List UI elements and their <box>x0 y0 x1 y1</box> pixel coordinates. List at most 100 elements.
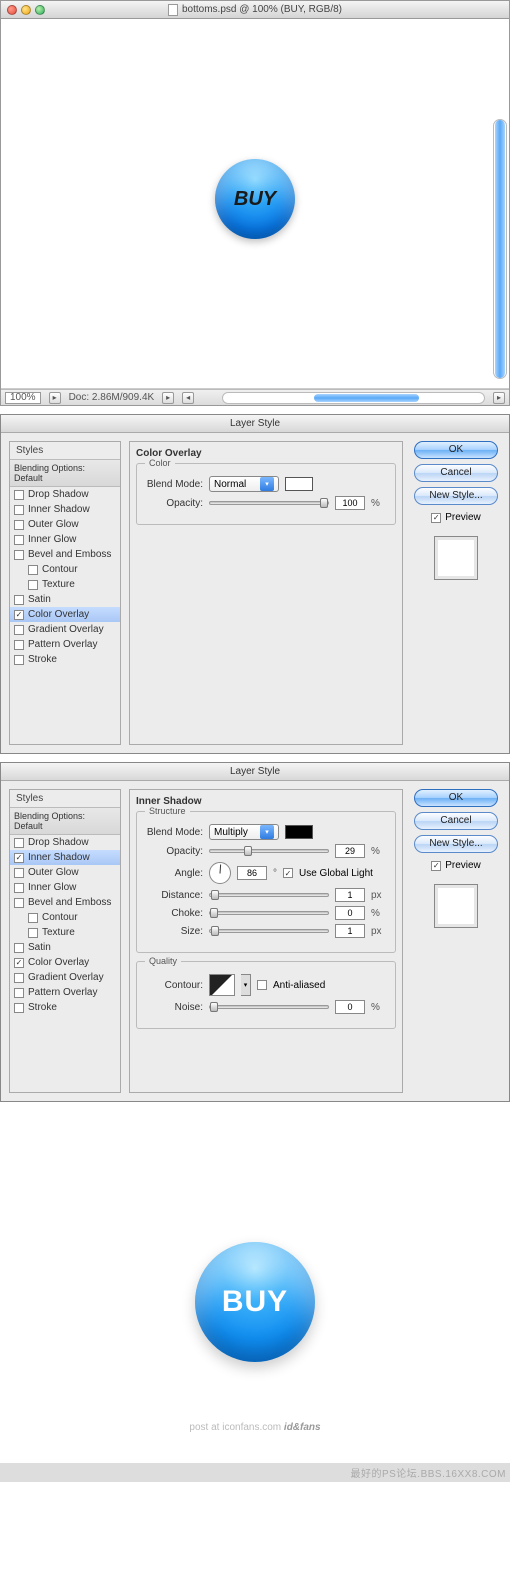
style-checkbox[interactable] <box>14 550 24 560</box>
style-checkbox[interactable] <box>14 943 24 953</box>
opacity-slider[interactable] <box>209 501 329 505</box>
noise-slider[interactable] <box>209 1005 329 1009</box>
style-row-stroke[interactable]: Stroke <box>10 1000 120 1015</box>
styles-header[interactable]: Styles <box>10 442 120 459</box>
style-checkbox[interactable] <box>14 640 24 650</box>
noise-unit: % <box>371 1002 380 1013</box>
style-row-drop-shadow[interactable]: Drop Shadow <box>10 487 120 502</box>
style-row-bevel-and-emboss[interactable]: Bevel and Emboss <box>10 895 120 910</box>
blend-mode-select[interactable]: Normal ▾ <box>209 476 279 492</box>
style-row-gradient-overlay[interactable]: Gradient Overlay <box>10 970 120 985</box>
anti-alias-checkbox[interactable] <box>257 980 267 990</box>
vertical-scrollbar[interactable] <box>493 119 507 379</box>
style-checkbox[interactable] <box>14 958 24 968</box>
style-checkbox[interactable] <box>14 973 24 983</box>
minimize-icon[interactable] <box>21 5 31 15</box>
global-light-checkbox[interactable] <box>283 868 293 878</box>
cancel-button[interactable]: Cancel <box>414 464 498 482</box>
style-checkbox[interactable] <box>14 988 24 998</box>
style-row-texture[interactable]: Texture <box>10 925 120 940</box>
close-icon[interactable] <box>7 5 17 15</box>
scroll-left-icon[interactable]: ◂ <box>182 392 194 404</box>
blending-options[interactable]: Blending Options: Default <box>10 807 120 835</box>
ok-button[interactable]: OK <box>414 441 498 459</box>
style-checkbox[interactable] <box>14 505 24 515</box>
preview-checkbox[interactable] <box>431 513 441 523</box>
color-swatch[interactable] <box>285 825 313 839</box>
angle-unit: ° <box>273 868 277 879</box>
contour-swatch[interactable] <box>209 974 235 996</box>
angle-input[interactable]: 86 <box>237 866 267 880</box>
blend-mode-select[interactable]: Multiply ▾ <box>209 824 279 840</box>
style-checkbox[interactable] <box>14 520 24 530</box>
style-checkbox[interactable] <box>14 1003 24 1013</box>
style-row-inner-shadow[interactable]: Inner Shadow <box>10 502 120 517</box>
size-slider[interactable] <box>209 929 329 933</box>
style-checkbox[interactable] <box>14 535 24 545</box>
distance-input[interactable]: 1 <box>335 888 365 902</box>
style-row-gradient-overlay[interactable]: Gradient Overlay <box>10 622 120 637</box>
new-style-button[interactable]: New Style... <box>414 835 498 853</box>
style-row-drop-shadow[interactable]: Drop Shadow <box>10 835 120 850</box>
contour-menu-icon[interactable]: ▾ <box>241 974 251 996</box>
new-style-button[interactable]: New Style... <box>414 487 498 505</box>
style-checkbox[interactable] <box>14 655 24 665</box>
scroll-thumb[interactable] <box>495 120 505 378</box>
style-row-pattern-overlay[interactable]: Pattern Overlay <box>10 985 120 1000</box>
zoom-input[interactable]: 100% <box>5 392 41 404</box>
style-checkbox[interactable] <box>28 928 38 938</box>
style-checkbox[interactable] <box>28 580 38 590</box>
document-window: bottoms.psd @ 100% (BUY, RGB/8) BUY 100%… <box>0 0 510 406</box>
style-checkbox[interactable] <box>14 595 24 605</box>
style-checkbox[interactable] <box>28 913 38 923</box>
style-row-inner-shadow[interactable]: Inner Shadow <box>10 850 120 865</box>
choke-slider[interactable] <box>209 911 329 915</box>
style-row-outer-glow[interactable]: Outer Glow <box>10 517 120 532</box>
horizontal-scrollbar[interactable] <box>222 392 485 404</box>
style-checkbox[interactable] <box>14 853 24 863</box>
zoom-icon[interactable] <box>35 5 45 15</box>
style-checkbox[interactable] <box>14 838 24 848</box>
zoom-menu-icon[interactable]: ▸ <box>49 392 61 404</box>
ok-button[interactable]: OK <box>414 789 498 807</box>
info-menu-icon[interactable]: ▸ <box>162 392 174 404</box>
size-input[interactable]: 1 <box>335 924 365 938</box>
style-checkbox[interactable] <box>14 868 24 878</box>
title-bar[interactable]: bottoms.psd @ 100% (BUY, RGB/8) <box>1 1 509 19</box>
style-checkbox[interactable] <box>14 490 24 500</box>
styles-header[interactable]: Styles <box>10 790 120 807</box>
style-row-texture[interactable]: Texture <box>10 577 120 592</box>
distance-unit: px <box>371 890 382 901</box>
blending-options[interactable]: Blending Options: Default <box>10 459 120 487</box>
style-row-contour[interactable]: Contour <box>10 562 120 577</box>
opacity-slider[interactable] <box>209 849 329 853</box>
choke-input[interactable]: 0 <box>335 906 365 920</box>
noise-input[interactable]: 0 <box>335 1000 365 1014</box>
style-row-inner-glow[interactable]: Inner Glow <box>10 880 120 895</box>
style-checkbox[interactable] <box>14 610 24 620</box>
style-checkbox[interactable] <box>28 565 38 575</box>
style-checkbox[interactable] <box>14 625 24 635</box>
style-row-contour[interactable]: Contour <box>10 910 120 925</box>
style-row-satin[interactable]: Satin <box>10 940 120 955</box>
style-checkbox[interactable] <box>14 883 24 893</box>
opacity-input[interactable]: 29 <box>335 844 365 858</box>
opacity-input[interactable]: 100 <box>335 496 365 510</box>
style-row-outer-glow[interactable]: Outer Glow <box>10 865 120 880</box>
canvas[interactable]: BUY <box>1 19 509 389</box>
style-row-inner-glow[interactable]: Inner Glow <box>10 532 120 547</box>
style-row-stroke[interactable]: Stroke <box>10 652 120 667</box>
distance-slider[interactable] <box>209 893 329 897</box>
h-scroll-thumb[interactable] <box>314 394 418 402</box>
preview-checkbox[interactable] <box>431 861 441 871</box>
angle-dial[interactable] <box>209 862 231 884</box>
style-checkbox[interactable] <box>14 898 24 908</box>
style-row-bevel-and-emboss[interactable]: Bevel and Emboss <box>10 547 120 562</box>
cancel-button[interactable]: Cancel <box>414 812 498 830</box>
style-row-color-overlay[interactable]: Color Overlay <box>10 607 120 622</box>
style-row-color-overlay[interactable]: Color Overlay <box>10 955 120 970</box>
style-row-satin[interactable]: Satin <box>10 592 120 607</box>
color-swatch[interactable] <box>285 477 313 491</box>
scroll-right-icon[interactable]: ▸ <box>493 392 505 404</box>
style-row-pattern-overlay[interactable]: Pattern Overlay <box>10 637 120 652</box>
